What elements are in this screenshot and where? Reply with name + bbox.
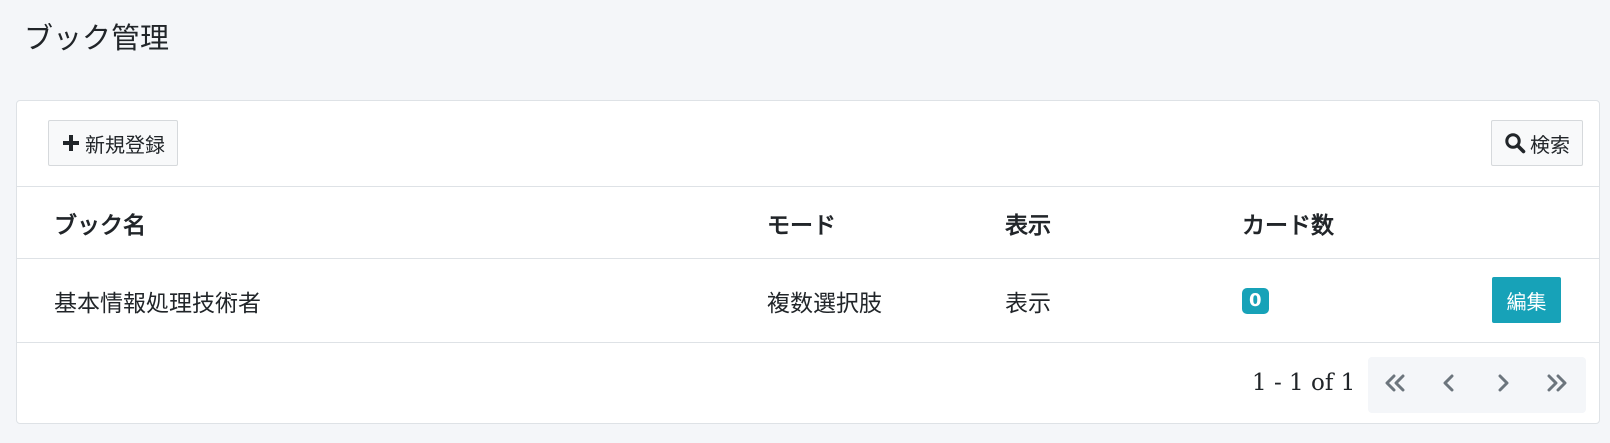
search-icon [1504,132,1530,154]
new-register-button[interactable]: 新規登録 [48,120,178,166]
prev-page-button[interactable] [1422,357,1476,413]
mode-cell: 複数選択肢 [767,290,882,317]
page-title: ブック管理 [24,21,170,55]
pagination-info: 1 - 1 of 1 [1252,370,1356,396]
table-footer: 1 - 1 of 1 [17,343,1599,425]
column-header-book-name[interactable]: ブック名 [54,187,146,258]
column-header-mode[interactable]: モード [767,187,836,258]
search-label: 検索 [1530,132,1570,157]
book-name-cell: 基本情報処理技術者 [54,290,261,317]
card-toolbar: 新規登録 検索 [17,101,1599,187]
card-count-badge: 0 [1242,287,1269,314]
first-page-button[interactable] [1368,357,1422,413]
display-cell: 表示 [1005,290,1051,317]
new-register-label: 新規登録 [85,132,165,157]
table-header: ブック名 モード 表示 カード数 [17,187,1599,259]
table-row: 基本情報処理技術者 複数選択肢 表示 0 編集 [17,259,1599,343]
card-count-cell: 0 [1242,259,1269,342]
next-page-button[interactable] [1476,357,1530,413]
prev-page-icon [1442,373,1456,397]
pagination-controls [1368,357,1586,413]
plus-icon [61,133,85,153]
column-header-card-count[interactable]: カード数 [1242,187,1334,258]
next-page-icon [1496,373,1510,397]
search-button[interactable]: 検索 [1491,120,1583,166]
column-header-display[interactable]: 表示 [1005,187,1051,258]
last-page-button[interactable] [1530,357,1584,413]
book-list-card: 新規登録 検索 ブック名 モード 表示 カード数 基本情報処理技術者 複数選択肢… [16,100,1600,424]
first-page-icon [1384,373,1406,397]
last-page-icon [1546,373,1568,397]
edit-button[interactable]: 編集 [1492,277,1561,323]
